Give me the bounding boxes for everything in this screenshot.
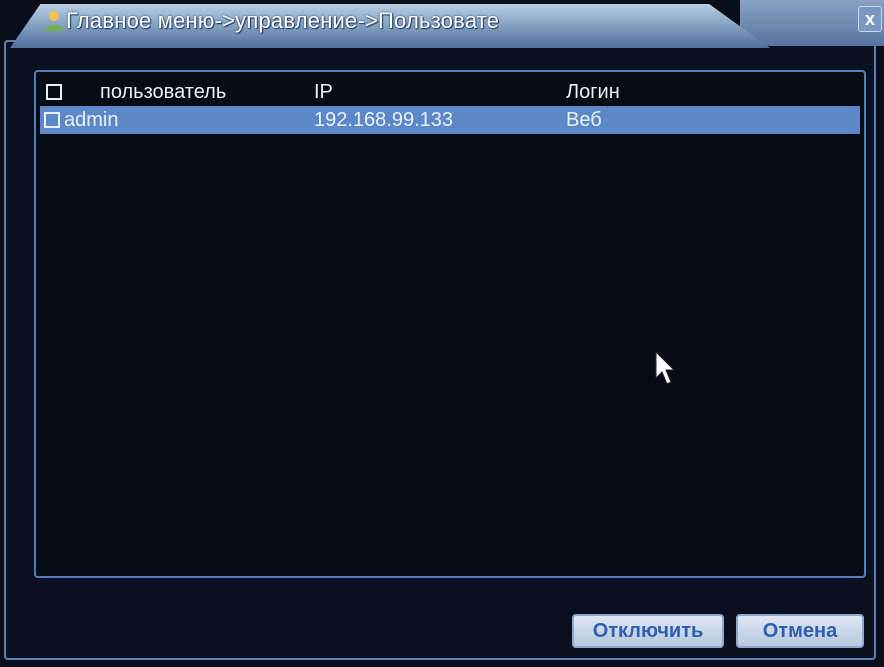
- row-ip: 192.168.99.133: [314, 109, 454, 131]
- dvr-screen: Главное меню->управление->Пользовате x п…: [0, 0, 884, 667]
- select-all-checkbox[interactable]: [46, 84, 62, 100]
- header-ip: IP: [314, 81, 333, 103]
- row-user: admin: [64, 109, 119, 131]
- disconnect-button[interactable]: Отключить: [572, 614, 724, 648]
- user-table: пользователь IP Логин admin 192.168.99.1…: [34, 70, 866, 578]
- header-login: Логин: [566, 81, 620, 103]
- table-header: пользователь IP Логин: [42, 80, 858, 104]
- cancel-button[interactable]: Отмена: [736, 614, 864, 648]
- window-title: Главное меню->управление->Пользовате: [66, 8, 500, 33]
- close-button[interactable]: x: [858, 6, 882, 32]
- row-login: Веб: [566, 109, 602, 131]
- row-checkbox[interactable]: [44, 112, 60, 128]
- table-row[interactable]: admin 192.168.99.133 Веб: [40, 106, 860, 134]
- header-user: пользователь: [100, 81, 227, 103]
- user-icon: [45, 11, 63, 31]
- mouse-cursor-icon: [655, 350, 676, 385]
